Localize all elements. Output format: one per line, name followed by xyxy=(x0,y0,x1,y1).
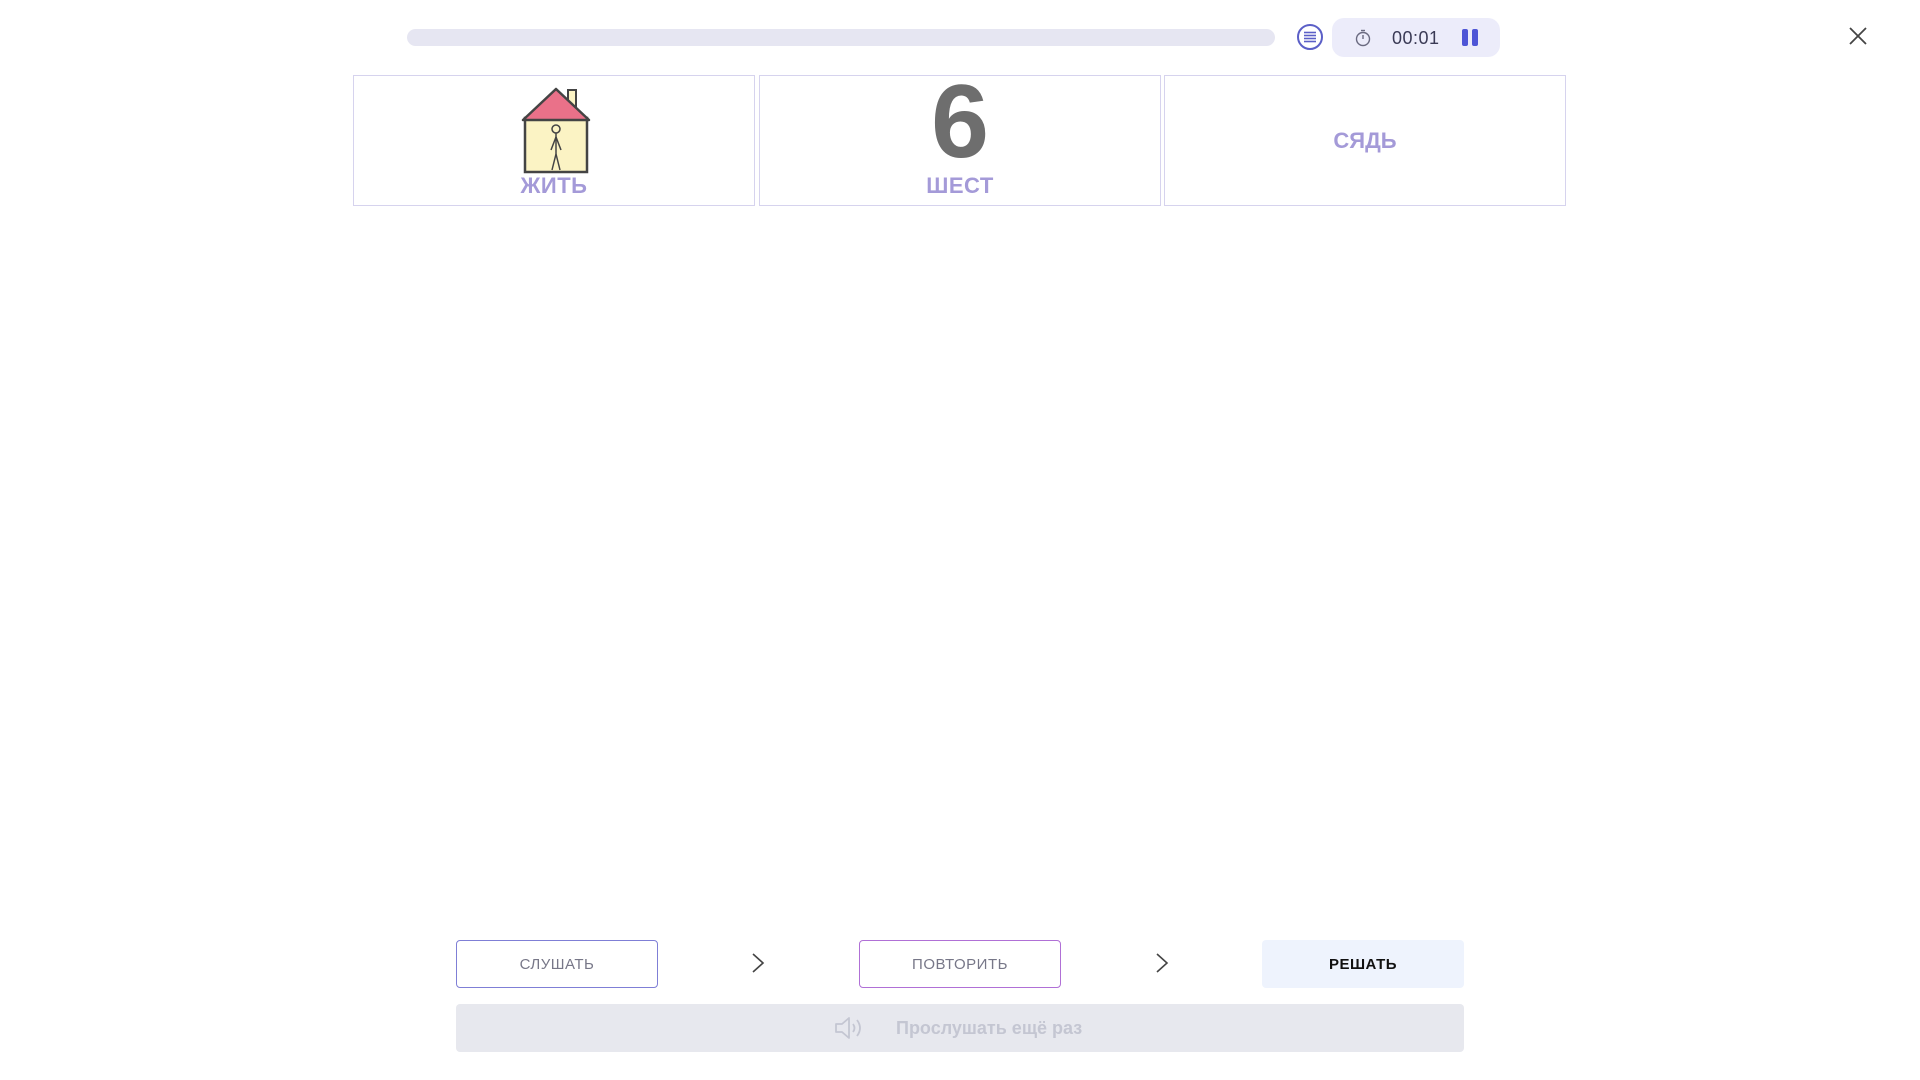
card-shest[interactable]: 6 ШЕСТ xyxy=(759,70,1161,206)
word-cards: ЖИТЬ 6 ШЕСТ СЯДЬ xyxy=(353,70,1567,208)
card-label: ЖИТЬ xyxy=(520,173,588,198)
chevron-right-icon xyxy=(1156,953,1169,973)
chevron-right-icon xyxy=(752,953,765,973)
pause-button[interactable] xyxy=(1458,27,1482,49)
close-icon[interactable] xyxy=(1846,24,1870,48)
timer-panel: 00:01 xyxy=(1332,18,1500,57)
stopwatch-icon xyxy=(1355,29,1371,47)
solve-button[interactable]: РЕШАТЬ xyxy=(1262,940,1464,988)
task-list-button[interactable] xyxy=(1297,24,1323,50)
progress-bar xyxy=(407,29,1275,46)
list-icon xyxy=(1304,31,1316,43)
card-digit: 6 xyxy=(931,64,989,180)
speaker-icon xyxy=(835,1017,861,1039)
house-with-person-icon xyxy=(521,87,591,174)
listen-again-button[interactable]: Прослушать ещё раз xyxy=(456,1004,1464,1052)
listen-again-label: Прослушать ещё раз xyxy=(896,1018,1083,1038)
card-label: ШЕСТ xyxy=(926,173,994,198)
pause-icon xyxy=(1462,29,1468,46)
listen-button[interactable]: СЛУШАТЬ xyxy=(456,940,658,988)
card-zhit[interactable]: ЖИТЬ xyxy=(353,75,755,206)
timer-value: 00:01 xyxy=(1392,28,1440,48)
card-label: СЯДЬ xyxy=(1333,127,1397,153)
exercise-page: 00:01 ЖИТЬ 6 ШЕСТ СЯДЬ СЛУШАТЬ ПОВТОРИТЬ… xyxy=(0,0,1920,1080)
repeat-button[interactable]: ПОВТОРИТЬ xyxy=(859,940,1061,988)
card-syad[interactable]: СЯДЬ xyxy=(1164,75,1566,206)
